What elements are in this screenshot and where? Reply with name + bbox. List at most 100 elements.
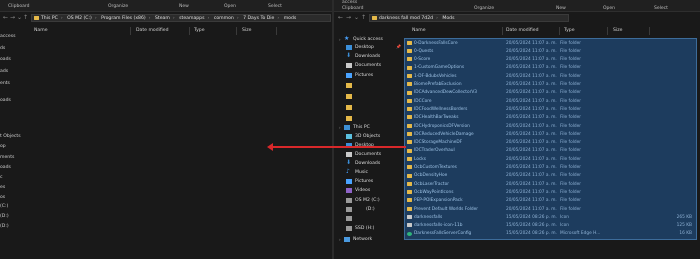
right-address-bar[interactable]: darkness fall mod 7d2d › Mods: [369, 14, 569, 22]
ribbon-organize[interactable]: Organize: [108, 4, 128, 9]
nav-stub[interactable]: t Objects: [0, 134, 21, 139]
nav-stub[interactable]: ds: [0, 46, 5, 51]
file-row[interactable]: OcbCustomTextures 20/05/2024 11:07 a. m. F…: [405, 164, 696, 172]
nav-stub[interactable]: op: [0, 144, 6, 149]
ribbon-select[interactable]: Select: [268, 4, 282, 9]
nav-stub[interactable]: os: [0, 195, 5, 200]
ribbon-open[interactable]: Open: [224, 4, 236, 9]
file-row[interactable]: IDCHydroponicsDFVersion 20/05/2024 11:07 …: [405, 122, 696, 130]
left-address-bar[interactable]: This PC › OS M2 (C:) › Program Files (x86)…: [31, 14, 331, 22]
folder-icon: [407, 90, 412, 95]
file-name: IDCCore: [414, 98, 432, 104]
crumb[interactable]: steamapps: [179, 16, 204, 21]
file-row[interactable]: IDCStorageMachineDF 20/05/2024 11:07 a. m…: [405, 139, 696, 147]
crumb[interactable]: OS M2 (C:): [67, 16, 92, 21]
file-row[interactable]: IDCTraderOverhaul 20/05/2024 11:07 a. m. F…: [405, 147, 696, 155]
col-type[interactable]: Type: [194, 28, 205, 33]
nav-stub[interactable]: oads: [0, 98, 11, 103]
file-row[interactable]: OcbDensityHoe 20/05/2024 11:07 a. m. File …: [405, 172, 696, 180]
col-name[interactable]: Name: [34, 28, 48, 33]
back-icon[interactable]: ←: [338, 14, 343, 22]
back-icon[interactable]: ←: [3, 14, 8, 22]
ribbon-new[interactable]: New: [179, 4, 189, 9]
file-row[interactable]: DarknessFallsServerConfig 15/05/2024 08:2…: [405, 230, 696, 238]
video-icon: [346, 188, 352, 193]
nav-stub[interactable]: (C:): [0, 204, 8, 209]
right-address-row: ← → ⌄ ↑ darkness fall mod 7d2d › Mods: [334, 13, 700, 23]
chevron-down-icon[interactable]: ⌄: [354, 14, 359, 22]
file-date: 20/05/2024 11:07 a. m.: [506, 90, 557, 96]
file-date: 20/05/2024 11:07 a. m.: [506, 173, 557, 179]
nav-stub[interactable]: oads: [0, 165, 11, 170]
file-row[interactable]: Prevent Default Worlds Folder 20/05/2024 …: [405, 205, 696, 213]
crumb[interactable]: darkness fall mod 7d2d: [379, 16, 433, 21]
file-row[interactable]: 1-DF-BdubsVehicles 20/05/2024 11:07 a. m.…: [405, 72, 696, 80]
crumb[interactable]: mods: [284, 16, 297, 21]
file-name: 1-CustomGameOptions: [414, 65, 465, 71]
chevron-down-icon[interactable]: ⌄: [17, 14, 22, 22]
nav-stub[interactable]: ents: [0, 81, 10, 86]
col-type[interactable]: Type: [564, 28, 575, 33]
file-icon: [407, 215, 412, 220]
ribbon-select[interactable]: Select: [654, 6, 668, 11]
file-row[interactable]: OcbWayPointIcons 20/05/2024 11:07 a. m. Fi…: [405, 188, 696, 196]
folder-icon: [407, 132, 412, 137]
file-row[interactable]: darknessfalls-icon-11b 15/05/2024 08:26 p…: [405, 222, 696, 230]
file-row[interactable]: IDCAdvancedDewCollectorV3 20/05/2024 11:0…: [405, 89, 696, 97]
file-list-selection[interactable]: 0-DarknessFallsCore 20/05/2024 11:07 a. m…: [404, 38, 697, 240]
file-row[interactable]: darknessfalls 15/05/2024 08:26 p. m. Icon 2…: [405, 213, 696, 221]
crumb[interactable]: Steam: [155, 16, 170, 21]
nav-stub[interactable]: (D:): [0, 224, 9, 229]
file-name: IDCAdvancedDewCollectorV3: [414, 90, 478, 96]
file-type: File folder: [560, 90, 582, 96]
nav-stub[interactable]: c: [0, 175, 3, 180]
nav-stub[interactable]: es: [0, 185, 5, 190]
file-row[interactable]: IDCHealthBarTweaks 20/05/2024 11:07 a. m.…: [405, 114, 696, 122]
col-name[interactable]: Name: [412, 28, 426, 33]
file-type: File folder: [560, 115, 582, 121]
file-name: IDCStorageMachineDF: [414, 140, 463, 146]
file-size: 125 KB: [676, 223, 692, 229]
forward-icon[interactable]: →: [10, 14, 15, 22]
file-row[interactable]: IDCReducedVehicleDamage 20/05/2024 11:07 …: [405, 130, 696, 138]
drag-arrow: [270, 146, 406, 148]
file-row[interactable]: 0-DarknessFallsCore 20/05/2024 11:07 a. m…: [405, 39, 696, 47]
file-row[interactable]: IDCFoodWellnessBorders 20/05/2024 11:07 a…: [405, 105, 696, 113]
crumb[interactable]: This PC: [41, 16, 58, 21]
col-size[interactable]: Size: [242, 28, 251, 33]
file-name: OcbDensityHoe: [414, 173, 448, 179]
file-row[interactable]: IDCCore 20/05/2024 11:07 a. m. File folder: [405, 97, 696, 105]
ribbon-clipboard[interactable]: Clipboard: [8, 4, 30, 9]
ribbon-organize[interactable]: Organize: [474, 6, 494, 11]
nav-stub[interactable]: ads: [0, 69, 8, 74]
col-date[interactable]: Date modified: [506, 28, 539, 33]
crumb[interactable]: 7 Days To Die: [243, 16, 274, 21]
crumb[interactable]: Mods: [442, 16, 454, 21]
col-size[interactable]: Size: [613, 28, 622, 33]
nav-stub[interactable]: access: [0, 34, 15, 39]
file-row[interactable]: Locks 20/05/2024 11:07 a. m. File folder: [405, 155, 696, 163]
left-breadcrumb: This PC › OS M2 (C:) › Program Files (x86)…: [41, 16, 297, 21]
file-row[interactable]: 1-CustomGameOptions 20/05/2024 11:07 a. m…: [405, 64, 696, 72]
col-date[interactable]: Date modified: [136, 28, 169, 33]
file-date: 20/05/2024 11:07 a. m.: [506, 165, 557, 170]
file-row[interactable]: OcbLaserTractor 20/05/2024 11:07 a. m. Fil…: [405, 180, 696, 188]
file-row[interactable]: 0-Score 20/05/2024 11:07 a. m. File folder: [405, 56, 696, 64]
right-column-header: Name Date modified Type Size: [404, 27, 700, 35]
nav-stub[interactable]: ments: [0, 155, 14, 160]
file-row[interactable]: BiomePrefabExclusion 20/05/2024 11:07 a. …: [405, 81, 696, 89]
up-icon[interactable]: ↑: [23, 14, 28, 22]
ribbon-access[interactable]: access: [342, 0, 357, 5]
crumb[interactable]: Program Files (x86): [101, 16, 146, 21]
pin-icon[interactable]: 📌: [396, 44, 401, 49]
crumb[interactable]: common: [214, 16, 234, 21]
up-icon[interactable]: ↑: [361, 14, 366, 22]
ribbon-new[interactable]: New: [556, 6, 566, 11]
file-row[interactable]: PEP-POIExpansionPack 20/05/2024 11:07 a. …: [405, 197, 696, 205]
ribbon-clipboard[interactable]: Clipboard: [342, 6, 364, 11]
nav-stub[interactable]: (D:): [0, 214, 9, 219]
forward-icon[interactable]: →: [346, 14, 351, 22]
file-row[interactable]: 0-Quests 20/05/2024 11:07 a. m. File folde…: [405, 47, 696, 55]
nav-stub[interactable]: oads: [0, 57, 11, 62]
ribbon-open[interactable]: Open: [603, 6, 615, 11]
